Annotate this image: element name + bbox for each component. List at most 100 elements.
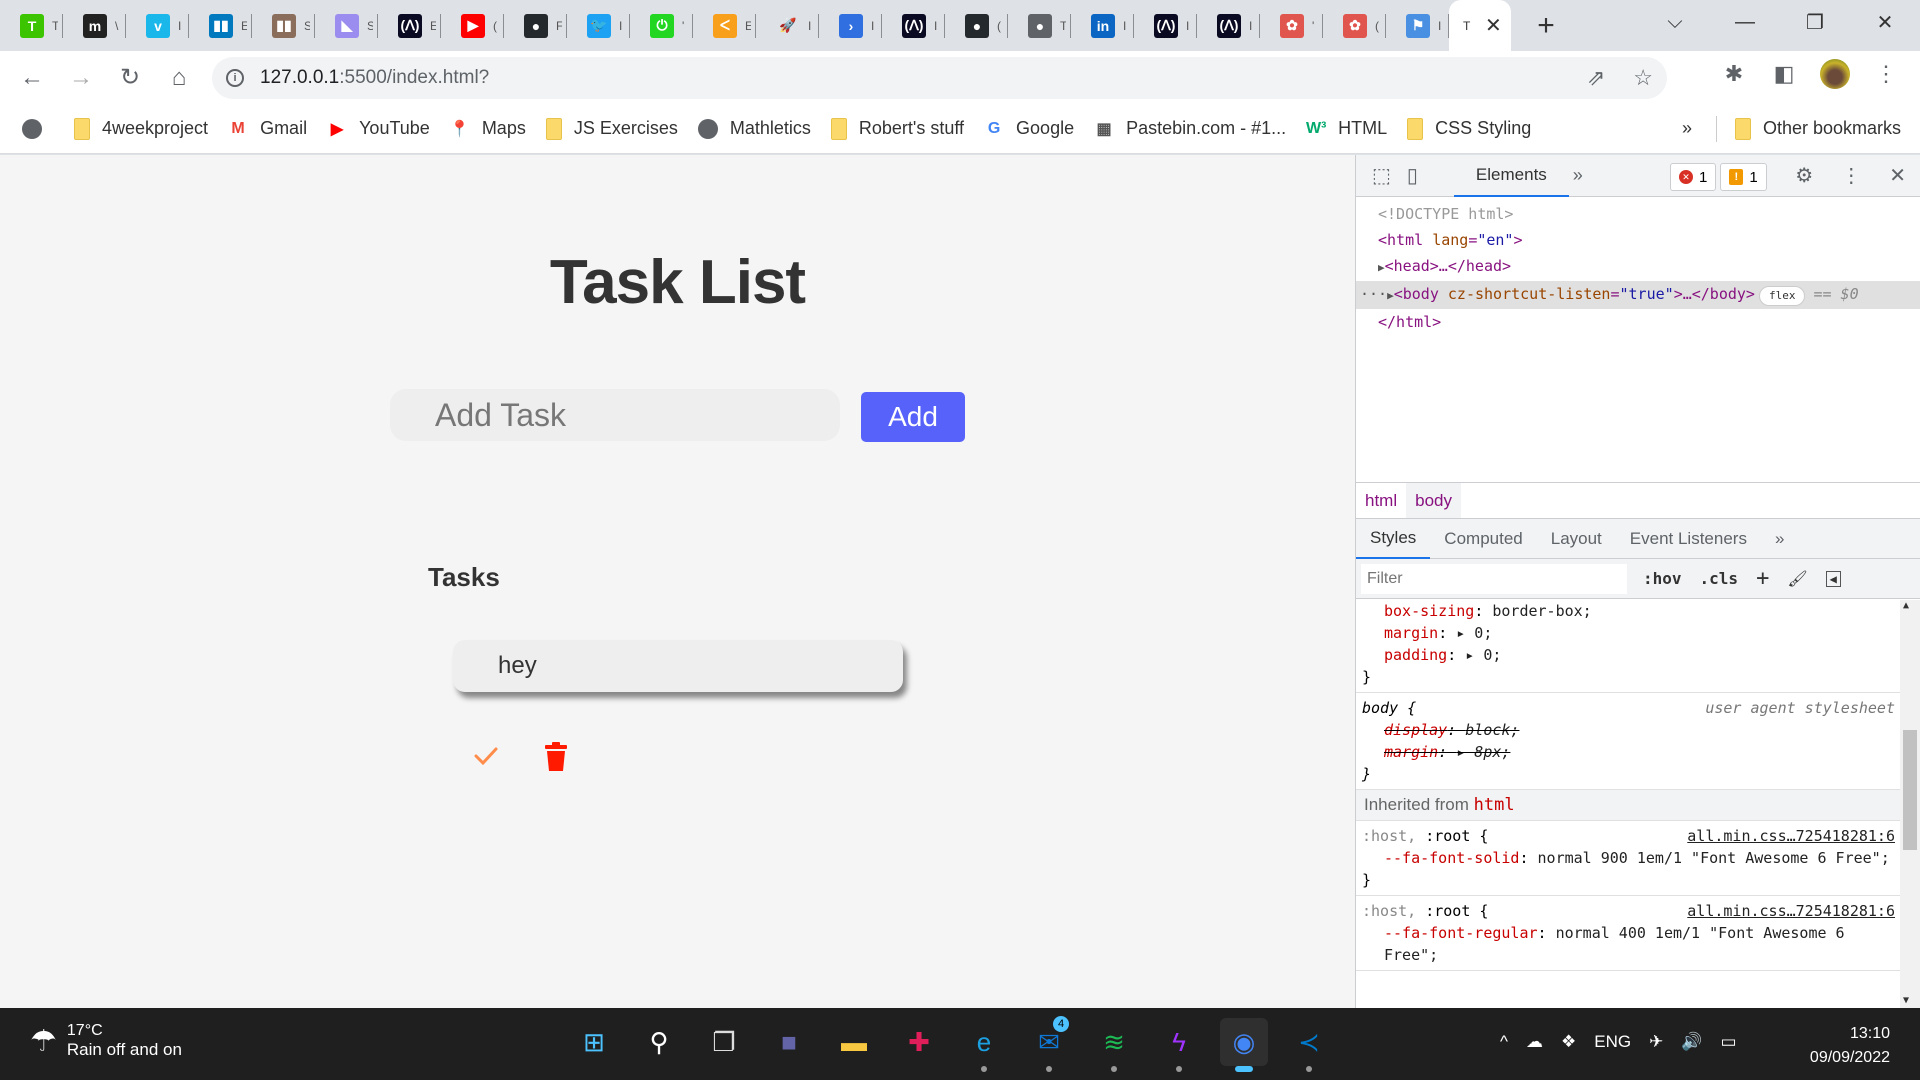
device-toolbar-icon[interactable]: ▯	[1407, 163, 1418, 188]
taskbar-app-spotify[interactable]: ≋	[1090, 1018, 1138, 1072]
rule-source-link[interactable]: all.min.css…725418281:6	[1687, 825, 1895, 847]
style-property[interactable]: --fa-font-solid: normal 900 1em/1 "Font …	[1362, 847, 1895, 869]
styles-scrollbar[interactable]: ▲ ▼	[1900, 600, 1920, 1008]
close-devtools-icon[interactable]: ✕	[1889, 163, 1906, 188]
taskbar-app-vscode[interactable]: ≺	[1285, 1018, 1333, 1072]
tab[interactable]: ✿ '	[1260, 0, 1323, 51]
class-toggle[interactable]: .cls	[1700, 569, 1739, 588]
style-property-overridden[interactable]: margin: ▸ 8px;	[1362, 741, 1895, 763]
scroll-down-icon[interactable]: ▼	[1903, 995, 1909, 1006]
bookmark-item[interactable]: W³ HTML	[1306, 118, 1387, 139]
home-button[interactable]: ⌂	[159, 58, 199, 98]
tab[interactable]: ✿(	[1323, 0, 1386, 51]
tab[interactable]: TT	[0, 0, 63, 51]
back-button[interactable]: ←	[12, 58, 52, 98]
reload-button[interactable]: ↻	[110, 58, 150, 98]
taskbar-app-search[interactable]: ⚲	[635, 1018, 683, 1066]
tab[interactable]: m \	[63, 0, 126, 51]
extensions-icon[interactable]: ✱	[1720, 61, 1748, 87]
tab[interactable]: ⚑ I	[1386, 0, 1449, 51]
inherited-tag-link[interactable]: html	[1474, 795, 1515, 815]
tab-search-button[interactable]: ⌵	[1640, 11, 1710, 34]
bookmark-item[interactable]: 4weekproject	[74, 117, 208, 140]
scrollbar-thumb[interactable]	[1903, 730, 1917, 850]
more-tabs-button[interactable]: »	[1761, 519, 1798, 559]
airplane-mode-icon[interactable]: ✈	[1649, 1032, 1663, 1052]
tab-computed[interactable]: Computed	[1430, 519, 1536, 559]
language-indicator[interactable]: ENG	[1594, 1032, 1631, 1052]
tab[interactable]: ●(	[945, 0, 1008, 51]
close-window-button[interactable]: ✕	[1850, 10, 1920, 35]
dom-html-close[interactable]: </html>	[1356, 309, 1920, 335]
volume-icon[interactable]: 🔊	[1681, 1032, 1702, 1052]
tab-close-icon[interactable]: ✕	[1485, 13, 1502, 38]
tab[interactable]: › I	[819, 0, 882, 51]
expand-triangle-icon[interactable]: ▶	[1378, 261, 1385, 274]
rule-source-link[interactable]: all.min.css…725418281:6	[1687, 900, 1895, 922]
style-property[interactable]: padding: ▸ 0;	[1362, 644, 1895, 666]
tab[interactable]: ▮▮ E	[189, 0, 252, 51]
tab[interactable]: ● F	[504, 0, 567, 51]
error-count-badge[interactable]: ✕ 1	[1670, 163, 1717, 191]
bookmark-item[interactable]: CSS Styling	[1407, 117, 1531, 140]
onedrive-error-icon[interactable]: ☁	[1526, 1032, 1543, 1052]
expand-triangle-icon[interactable]: ▶	[1387, 289, 1394, 302]
toggle-sidebar-icon[interactable]: ◀	[1825, 570, 1841, 587]
tab-event-listeners[interactable]: Event Listeners	[1616, 519, 1761, 559]
scroll-up-icon[interactable]: ▲	[1903, 600, 1909, 611]
bookmark-item[interactable]: G Google	[984, 118, 1074, 139]
inspect-element-icon[interactable]: ⬚	[1372, 163, 1391, 188]
tab[interactable]: vI	[126, 0, 189, 51]
dom-head-node[interactable]: ▶<head>…</head>	[1356, 253, 1920, 281]
settings-gear-icon[interactable]: ⚙	[1795, 163, 1813, 188]
tab[interactable]: (ᐱ) E	[378, 0, 441, 51]
weather-widget[interactable]: ☂ 17°C Rain off and on	[30, 1022, 182, 1060]
bookmark-item[interactable]: Robert's stuff	[830, 117, 964, 140]
side-panel-icon[interactable]: ◧	[1770, 61, 1798, 87]
tab[interactable]: ᐸE	[693, 0, 756, 51]
style-property-overridden[interactable]: display: block;	[1362, 719, 1895, 741]
hover-state-toggle[interactable]: :hov	[1643, 569, 1682, 588]
tab[interactable]: (ᐱ) I	[882, 0, 945, 51]
share-icon[interactable]: ⇗	[1587, 65, 1605, 91]
taskbar-app-start[interactable]: ⊞	[570, 1018, 618, 1066]
flex-badge[interactable]: flex	[1758, 286, 1806, 306]
taskbar-app-messenger[interactable]: ϟ	[1155, 1018, 1203, 1072]
styles-filter-input[interactable]	[1361, 563, 1627, 594]
bookmarks-overflow-button[interactable]: »	[1682, 118, 1692, 139]
url-text[interactable]: 127.0.0.1:5500/index.html?	[260, 67, 489, 89]
bookmark-item[interactable]	[22, 118, 54, 139]
menu-icon[interactable]: ⋮	[1872, 61, 1900, 87]
tab[interactable]: ⏻ '	[630, 0, 693, 51]
bookmark-item[interactable]: 📍 Maps	[450, 118, 526, 139]
style-property[interactable]: --fa-font-regular: normal 400 1em/1 "Fon…	[1362, 922, 1895, 966]
bookmark-item[interactable]: M Gmail	[228, 118, 307, 139]
devtools-menu-icon[interactable]: ⋮	[1841, 163, 1861, 188]
taskbar-app-teams-chat[interactable]: ■	[765, 1018, 813, 1066]
breadcrumb-html[interactable]: html	[1356, 483, 1406, 518]
tab[interactable]: ● T	[1008, 0, 1071, 51]
bookmark-item[interactable]: ▦ Pastebin.com - #1...	[1094, 118, 1287, 139]
tab[interactable]: (ᐱ) I	[1134, 0, 1197, 51]
battery-icon[interactable]: ▭	[1721, 1032, 1737, 1052]
tray-overflow-icon[interactable]: ^	[1500, 1032, 1508, 1052]
dom-more-icon[interactable]: ···	[1360, 285, 1387, 303]
taskbar-app-task-view[interactable]: ❐	[700, 1018, 748, 1066]
minimize-button[interactable]: —	[1710, 11, 1780, 34]
restore-button[interactable]: ❐	[1780, 10, 1850, 35]
bookmark-item[interactable]: Mathletics	[697, 118, 811, 139]
clock[interactable]: 13:10 09/09/2022	[1810, 1022, 1890, 1070]
style-property[interactable]: margin: ▸ 0;	[1362, 622, 1895, 644]
bookmark-star-icon[interactable]: ☆	[1633, 65, 1653, 91]
tab[interactable]: ▮▮ S	[252, 0, 315, 51]
bookmark-item[interactable]: ▶ YouTube	[327, 118, 430, 139]
tab[interactable]: 🐦 I	[567, 0, 630, 51]
warning-count-badge[interactable]: ! 1	[1720, 163, 1767, 191]
breadcrumb-body[interactable]: body	[1406, 483, 1461, 518]
paint-brush-icon[interactable]: 🖌	[1787, 569, 1807, 588]
forward-button[interactable]: →	[61, 58, 101, 98]
delete-task-trash-icon[interactable]	[544, 740, 568, 772]
tab[interactable]: ◣ S	[315, 0, 378, 51]
taskbar-app-slack[interactable]: ✚	[895, 1018, 943, 1066]
site-info-icon[interactable]: i	[226, 69, 244, 87]
